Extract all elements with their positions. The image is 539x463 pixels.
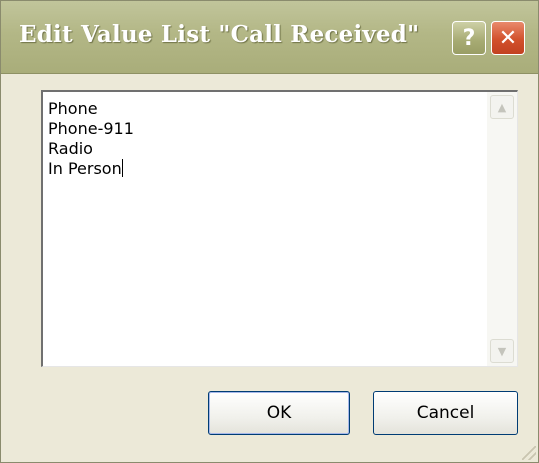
- resize-grip[interactable]: [522, 446, 536, 460]
- value-list-line-3: Radio: [48, 139, 93, 158]
- value-list-line-4-wrap: In Person: [48, 159, 134, 179]
- value-list-line-1: Phone: [48, 99, 98, 118]
- chevron-down-icon: ▼: [497, 344, 507, 358]
- ok-button[interactable]: OK: [208, 391, 350, 435]
- value-list-line-4: In Person: [48, 159, 122, 178]
- scroll-up-button[interactable]: ▲: [490, 95, 514, 119]
- value-list-line-2: Phone-911: [48, 119, 134, 138]
- dialog-window: Edit Value List "Call Received" ? ✕ Phon…: [0, 0, 539, 463]
- close-button[interactable]: ✕: [491, 21, 525, 55]
- vertical-scrollbar[interactable]: ▲ ▼: [487, 92, 517, 366]
- value-list-lines: Phone Phone-911 Radio In Person: [48, 99, 134, 179]
- cancel-button[interactable]: Cancel: [373, 391, 518, 435]
- help-button[interactable]: ?: [452, 21, 486, 55]
- close-icon: ✕: [498, 25, 518, 51]
- title-bar[interactable]: Edit Value List "Call Received" ? ✕: [1, 1, 538, 74]
- dialog-title: Edit Value List "Call Received": [19, 21, 420, 48]
- chevron-up-icon: ▲: [497, 100, 507, 114]
- value-list-textarea[interactable]: Phone Phone-911 Radio In Person ▲ ▼: [41, 90, 518, 367]
- question-mark-icon: ?: [462, 25, 476, 51]
- scroll-down-button[interactable]: ▼: [490, 339, 514, 363]
- text-caret: [121, 159, 123, 177]
